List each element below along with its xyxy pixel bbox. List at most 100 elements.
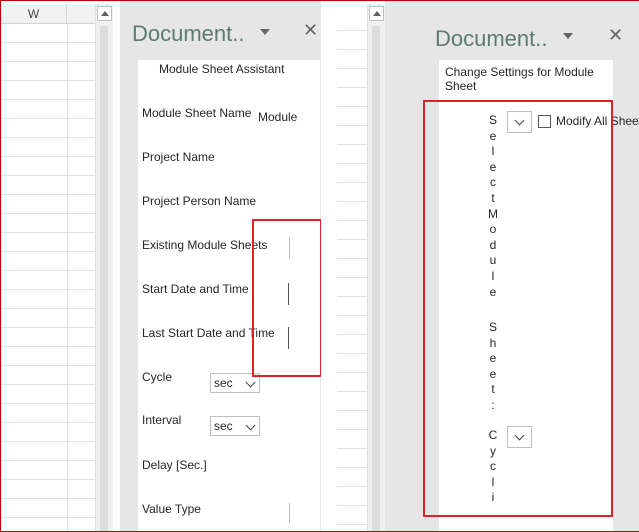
grid-line <box>1 175 95 176</box>
grid-line <box>1 365 95 366</box>
document-task-pane: Document.. ✕ Change Settings for Module … <box>385 0 639 532</box>
modify-all-sheets-checkbox[interactable] <box>538 115 551 128</box>
label-char: y <box>490 443 496 458</box>
pane-title: Document.. <box>435 26 548 51</box>
right-window: Document.. ✕ Change Settings for Module … <box>337 0 639 532</box>
pane-title: Document.. <box>132 21 245 46</box>
close-icon[interactable]: ✕ <box>608 26 623 44</box>
sheet-vertical-scrollbar[interactable] <box>367 4 385 532</box>
last-start-date-time-label: Last Start Date and Time <box>142 326 275 340</box>
panel-title-line1: Change Settings for Module <box>445 65 594 79</box>
grid-line <box>1 118 95 119</box>
grid-line <box>337 68 367 69</box>
last-start-date-time-field[interactable] <box>288 327 289 349</box>
cycle-select[interactable] <box>507 426 532 448</box>
scrollbar-thumb[interactable] <box>100 26 108 532</box>
label-char: S <box>488 320 497 334</box>
start-date-time-field[interactable] <box>288 283 289 305</box>
cycle-label: C y c l i <box>488 428 498 506</box>
grid-line <box>337 220 367 221</box>
close-icon[interactable]: ✕ <box>303 21 318 39</box>
grid-line <box>337 239 367 240</box>
dropdown-caret-icon[interactable] <box>563 33 573 39</box>
label-char: S <box>488 113 497 127</box>
module-sheet-name-label: Module Sheet Name <box>142 106 252 120</box>
label-char: e <box>489 351 497 366</box>
spreadsheet-grid[interactable] <box>337 0 367 532</box>
grid-line <box>1 156 95 157</box>
label-char: d <box>489 237 497 252</box>
grid-line <box>337 258 367 259</box>
label-char: e <box>489 284 497 299</box>
module-sheet-select[interactable] <box>507 111 532 133</box>
project-person-name-label: Project Person Name <box>142 194 257 208</box>
label-char: o <box>489 222 497 237</box>
column-header-w[interactable]: W <box>1 4 67 24</box>
grid-line <box>1 384 95 385</box>
label-char: t <box>491 382 495 397</box>
grid-line <box>1 194 95 195</box>
label-char: c <box>490 459 496 474</box>
label-char: l <box>491 268 495 283</box>
scroll-up-arrow-icon[interactable] <box>369 6 384 21</box>
existing-module-sheets-label: Existing Module Sheets <box>142 238 268 252</box>
grid-line <box>1 99 95 100</box>
cycle-unit-select[interactable]: sec <box>210 373 260 393</box>
module-sheet-name-value[interactable]: Module <box>258 110 297 124</box>
interval-unit-select[interactable]: sec <box>210 416 260 436</box>
document-task-pane: Document.. ✕ Module Sheet Assistant Modu… <box>120 0 321 532</box>
grid-line <box>1 289 95 290</box>
grid-line <box>67 24 68 532</box>
grid-line <box>1 308 95 309</box>
scroll-up-arrow-icon[interactable] <box>97 6 112 21</box>
value-type-field[interactable] <box>289 503 290 523</box>
grid-line <box>1 479 95 480</box>
grid-line <box>337 448 367 449</box>
grid-line <box>337 182 367 183</box>
grid-line <box>337 163 367 164</box>
scrollbar-thumb[interactable] <box>372 26 380 532</box>
cycle-unit-value: sec <box>214 376 233 390</box>
grid-line <box>337 505 367 506</box>
grid-line <box>337 334 367 335</box>
column-header-next[interactable] <box>67 4 95 24</box>
grid-line <box>1 80 95 81</box>
window-divider <box>321 0 337 532</box>
label-char: h <box>489 335 497 350</box>
grid-line <box>337 277 367 278</box>
label-char: l <box>491 144 495 159</box>
chevron-down-icon <box>245 420 256 431</box>
grid-line <box>337 467 367 468</box>
grid-line <box>337 87 367 88</box>
grid-line <box>337 315 367 316</box>
label-char: u <box>489 253 497 268</box>
grid-line <box>337 296 367 297</box>
label-char: e <box>489 128 497 143</box>
select-module-label: S e l e c t M o d u l e <box>488 113 498 300</box>
panel-title: Module Sheet Assistant <box>159 62 285 76</box>
grid-line <box>337 410 367 411</box>
label-char: e <box>489 366 497 381</box>
grid-line <box>1 403 95 404</box>
sheet-vertical-scrollbar[interactable] <box>95 4 113 532</box>
label-char: c <box>490 175 496 190</box>
dropdown-caret-icon[interactable] <box>260 29 270 35</box>
label-char: l <box>491 474 495 489</box>
cycle-label: Cycle <box>142 370 173 384</box>
grid-line <box>337 353 367 354</box>
spreadsheet-grid[interactable]: W <box>1 0 95 532</box>
existing-module-sheets-field[interactable] <box>289 238 290 258</box>
grid-line <box>1 270 95 271</box>
value-type-label: Value Type <box>142 502 201 516</box>
grid-line <box>337 125 367 126</box>
grid-line <box>1 441 95 442</box>
label-char: C <box>488 428 498 442</box>
grid-line <box>337 372 367 373</box>
grid-line <box>1 213 95 214</box>
label-char: M <box>488 206 498 221</box>
interval-unit-value: sec <box>214 419 233 433</box>
grid-line <box>337 49 367 50</box>
grid-line <box>337 429 367 430</box>
grid-line <box>1 327 95 328</box>
module-sheet-assistant-panel: Module Sheet Assistant Module Sheet Name… <box>138 60 320 532</box>
